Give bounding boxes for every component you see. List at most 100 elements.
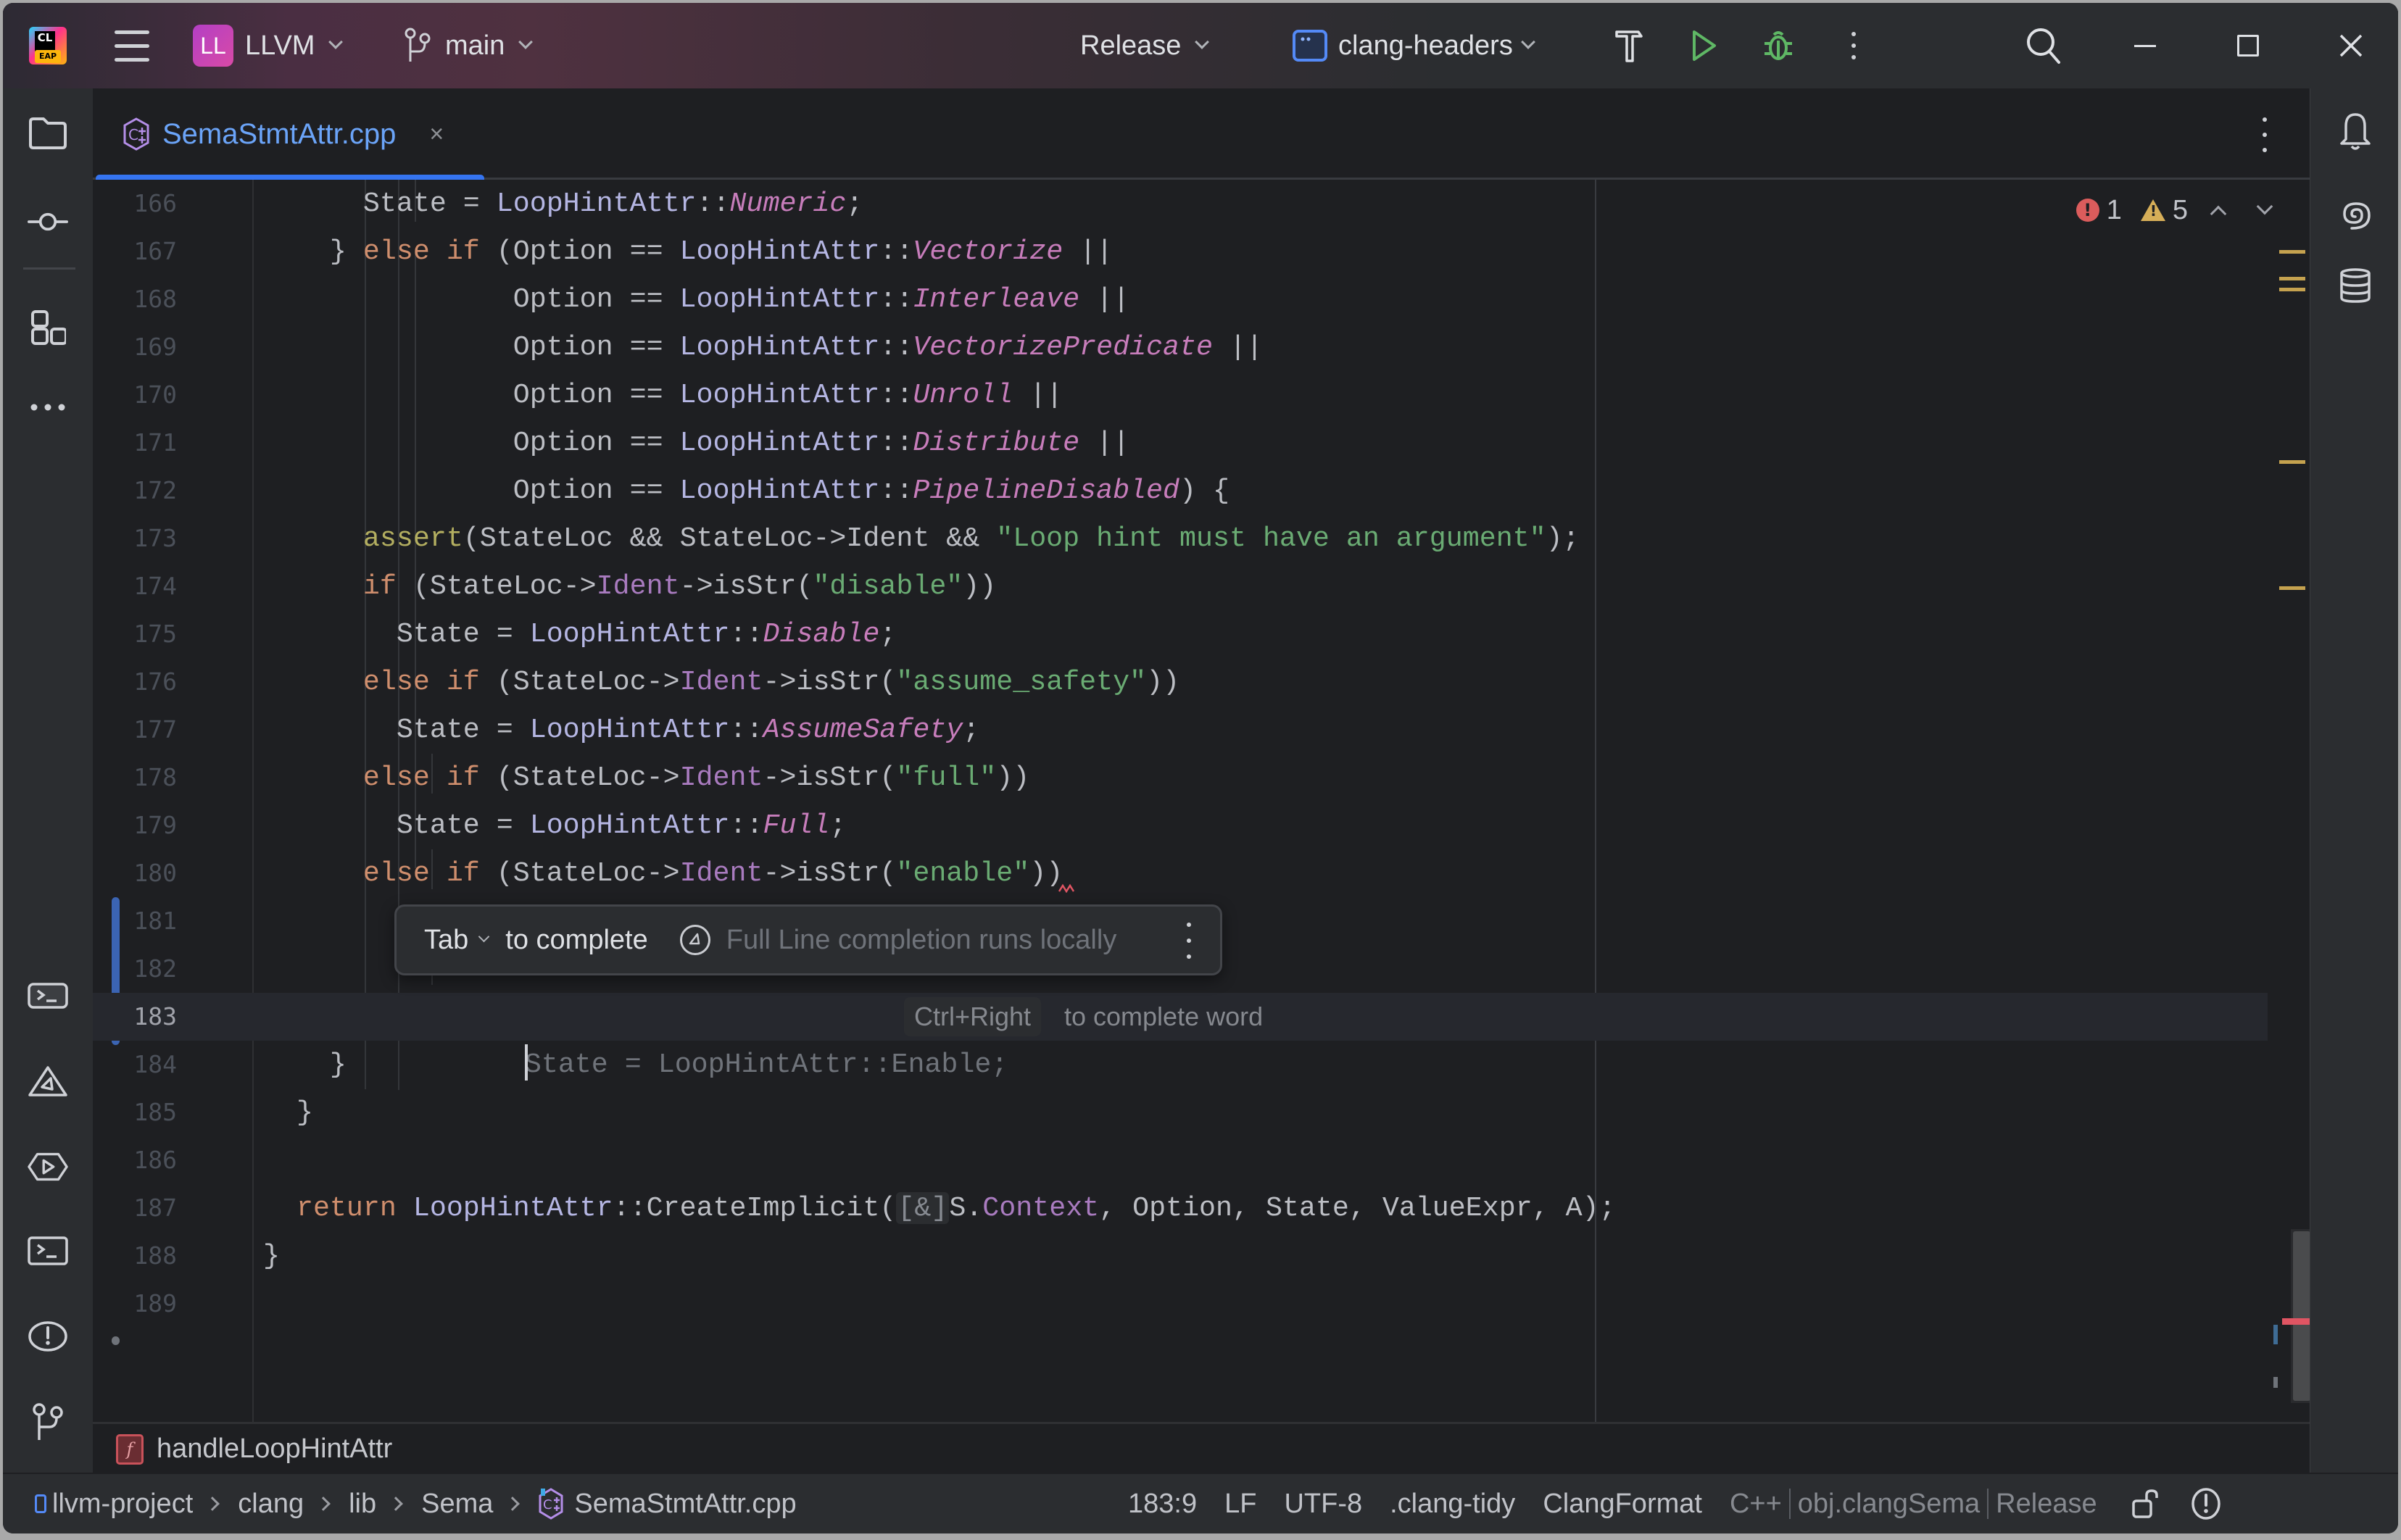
clang-tidy-widget[interactable]: .clang-tidy xyxy=(1390,1489,1515,1520)
change-stripe-marker xyxy=(2273,1377,2278,1388)
code-line: 167 } else if (Option == LoopHintAttr::V… xyxy=(93,228,2268,275)
debug-button[interactable] xyxy=(1757,25,1799,67)
code-line: 180 else if (StateLoc->Ident->isStr("ena… xyxy=(93,849,2268,897)
chevron-right-icon xyxy=(505,1497,521,1511)
line-number: 176 xyxy=(133,667,177,696)
line-number: 184 xyxy=(133,1050,177,1078)
vcs-tool-button[interactable] xyxy=(28,1402,68,1442)
unlock-icon[interactable] xyxy=(2131,1488,2160,1520)
nav-crumb-clang[interactable]: clang xyxy=(238,1489,304,1520)
breadcrumb-function[interactable]: handleLoopHintAttr xyxy=(157,1433,392,1465)
cpp-file-icon: C xyxy=(123,117,149,151)
terminal-tool-button-active[interactable] xyxy=(28,975,68,1016)
code-line: 184 } xyxy=(93,1041,2268,1089)
structure-tool-button[interactable] xyxy=(28,307,68,348)
project-widget[interactable]: LL LLVM xyxy=(193,3,344,88)
parameter-inlay-hint[interactable]: [&] xyxy=(896,1192,950,1224)
services-tool-button[interactable] xyxy=(28,1146,68,1187)
code-editor[interactable]: ! 1 5 166 State = LoopHintAttr::Numeric;… xyxy=(93,180,2310,1423)
line-separator[interactable]: LF xyxy=(1224,1489,1256,1520)
line-number: 172 xyxy=(133,476,177,504)
project-module-icon xyxy=(35,1494,46,1513)
branch-name: main xyxy=(445,30,505,61)
code-style-widget[interactable]: ClangFormat xyxy=(1543,1489,1702,1520)
notifications-button[interactable] xyxy=(2335,112,2376,152)
branch-widget[interactable]: main xyxy=(403,3,534,88)
code-line: 189 xyxy=(93,1280,2268,1328)
status-bar: llvm-project clang lib Sema C SemaStmtAt… xyxy=(3,1474,2398,1533)
nav-crumb-lib[interactable]: lib xyxy=(349,1489,376,1520)
code-line: 170 Option == LoopHintAttr::Unroll || xyxy=(93,371,2268,419)
terminal-tool-button[interactable] xyxy=(28,1231,68,1271)
build-config-selector[interactable]: Release xyxy=(1080,3,1210,88)
nav-crumb-project[interactable]: llvm-project xyxy=(52,1489,193,1520)
chevron-down-icon[interactable] xyxy=(478,931,490,942)
hammer-icon xyxy=(1615,30,1643,62)
nav-crumb-sema[interactable]: Sema xyxy=(421,1489,493,1520)
error-stripe-marker[interactable] xyxy=(2282,1318,2310,1325)
database-icon xyxy=(2340,268,2371,303)
problems-status-icon[interactable] xyxy=(2190,1487,2222,1520)
cmake-tool-button[interactable] xyxy=(28,1061,68,1102)
language-widget[interactable]: C++ xyxy=(1730,1489,1782,1520)
problems-tool-button[interactable] xyxy=(28,1316,68,1357)
line-number: 177 xyxy=(133,715,177,744)
cpp-file-icon: C xyxy=(539,1488,563,1520)
minimize-button[interactable] xyxy=(2124,25,2166,67)
tab-semastmtattr-cpp[interactable]: C SemaStmtAttr.cpp × xyxy=(96,88,484,182)
hamburger-icon xyxy=(115,30,149,34)
line-number: 170 xyxy=(133,380,177,409)
more-tools-button[interactable] xyxy=(28,387,68,428)
run-button[interactable] xyxy=(1683,25,1725,67)
more-vertical-icon xyxy=(2263,117,2267,122)
line-number: 173 xyxy=(133,524,177,552)
commit-tool-button[interactable] xyxy=(28,201,68,242)
database-button[interactable] xyxy=(2335,265,2376,306)
build-config-widget[interactable]: Release xyxy=(1996,1489,2097,1520)
run-target-selector[interactable]: clang-headers xyxy=(1292,3,1535,88)
resolve-context-widget[interactable]: obj.clangSema xyxy=(1798,1489,1980,1520)
ai-assistant-button[interactable] xyxy=(2335,196,2376,236)
completion-key-selector[interactable]: Tab xyxy=(424,925,468,956)
more-actions-button[interactable] xyxy=(1833,25,1875,67)
warning-stripe-marker[interactable] xyxy=(2279,460,2305,464)
warning-stripe-marker[interactable] xyxy=(2279,288,2305,291)
line-number: 187 xyxy=(133,1194,177,1222)
change-stripe-marker xyxy=(2273,1325,2278,1344)
tab-close-icon[interactable]: × xyxy=(429,120,444,149)
maximize-icon xyxy=(2237,35,2259,57)
tab-actions-button[interactable] xyxy=(2257,113,2272,157)
vcs-change-dot[interactable] xyxy=(112,1336,120,1345)
terminal-icon xyxy=(28,1236,68,1265)
clion-eap-logo-icon[interactable]: CL EAP xyxy=(29,27,67,64)
completion-options-button[interactable] xyxy=(1185,923,1193,959)
project-tool-button[interactable] xyxy=(28,113,68,154)
warning-stripe-marker[interactable] xyxy=(2279,586,2305,590)
project-badge: LL xyxy=(193,25,233,67)
caret-position[interactable]: 183:9 xyxy=(1128,1489,1197,1520)
file-encoding[interactable]: UTF-8 xyxy=(1284,1489,1362,1520)
cmake-triangle-icon xyxy=(28,1066,67,1096)
search-everywhere-button[interactable] xyxy=(2023,25,2065,67)
left-tool-stripe xyxy=(3,88,93,1473)
main-menu-button[interactable] xyxy=(115,3,149,88)
code-line: 179 State = LoopHintAttr::Full; xyxy=(93,802,2268,849)
build-button[interactable] xyxy=(1608,25,1650,67)
close-window-button[interactable] xyxy=(2330,25,2372,67)
line-number: 179 xyxy=(133,811,177,839)
line-number: 166 xyxy=(133,189,177,217)
nav-crumb-file[interactable]: SemaStmtAttr.cpp xyxy=(574,1489,796,1520)
warning-stripe-marker[interactable] xyxy=(2279,277,2305,280)
build-config-label: Release xyxy=(1080,30,1182,61)
scrollbar-thumb[interactable] xyxy=(2293,1231,2310,1401)
warning-stripe-marker[interactable] xyxy=(2279,250,2305,254)
line-number: 175 xyxy=(133,620,177,648)
maximize-button[interactable] xyxy=(2227,25,2269,67)
completion-info-text: Full Line completion runs locally xyxy=(726,924,1117,955)
code-line: 173 assert(StateLoc && StateLoc->Ident &… xyxy=(93,515,2268,562)
more-horizontal-icon xyxy=(30,404,65,411)
chevron-down-icon xyxy=(328,35,344,49)
error-squiggle[interactable] xyxy=(1058,883,1074,893)
ide-window: CL EAP LL LLVM main Release clang-header… xyxy=(3,3,2398,1533)
project-name: LLVM xyxy=(245,30,315,61)
